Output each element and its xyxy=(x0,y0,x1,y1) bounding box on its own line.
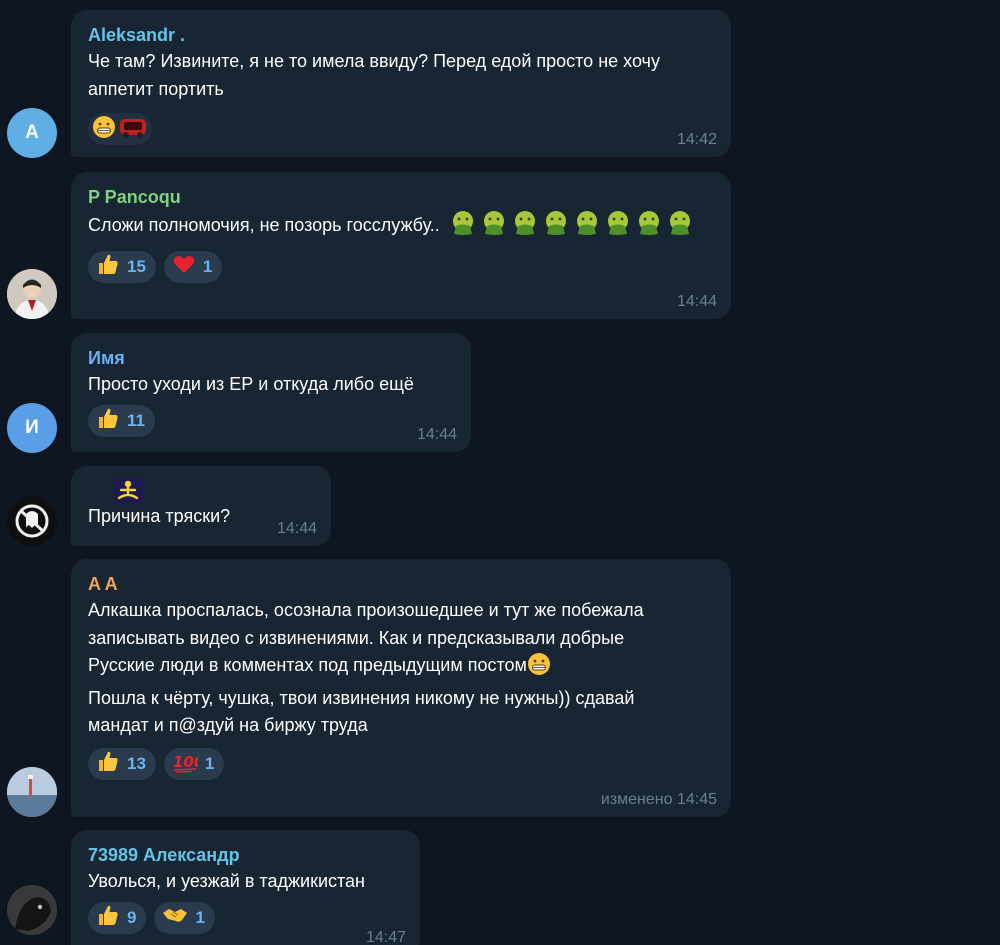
thumbs-up-icon xyxy=(96,406,120,435)
message-time: 14:44 xyxy=(416,426,457,443)
nauseated-face-icons xyxy=(445,211,693,235)
avatar-initial: A xyxy=(25,122,39,143)
thumbs-up-icon xyxy=(96,903,120,932)
avatar-initial: И xyxy=(25,417,39,438)
thumbs-up-icon xyxy=(96,252,120,281)
nauseated-face-icon xyxy=(543,210,569,245)
reaction-count: 15 xyxy=(127,256,146,276)
sender-name[interactable]: 73989 Александр xyxy=(88,843,404,868)
reaction-handshake[interactable]: 1 xyxy=(154,901,215,934)
message-bubble[interactable]: Имя Просто уходи из ЕР и откуда либо ещё… xyxy=(71,333,471,452)
reaction-hundred[interactable]: 100 1 xyxy=(163,747,225,780)
photo-person-icon xyxy=(7,269,57,319)
nauseated-face-icon xyxy=(574,210,600,245)
sender-name[interactable]: A A xyxy=(88,572,715,597)
message-bubble[interactable]: A A Алкашка проспалась, осознала произош… xyxy=(71,559,731,817)
sender-name[interactable]: Aleksandr . xyxy=(88,23,715,48)
ghostbusters-logo-icon xyxy=(7,496,57,546)
message-time: 14:44 xyxy=(676,293,717,310)
reaction-thumbs-up[interactable]: 15 xyxy=(88,250,156,283)
avatar[interactable] xyxy=(7,269,57,319)
message-time: изменено 14:45 xyxy=(600,791,717,808)
nauseated-face-icon xyxy=(636,210,662,245)
message-bubble[interactable]: Причина тряски? 14:44 xyxy=(71,466,331,546)
grinning-face-icon xyxy=(527,652,551,685)
reaction-count: 11 xyxy=(127,410,145,430)
photo-dark-animal-icon xyxy=(7,885,57,935)
grinning-face-icon xyxy=(92,115,116,144)
handshake-icon xyxy=(162,903,188,932)
message-text: Уволься, и уезжай в таджикистан xyxy=(88,871,365,891)
photo-seaside-icon xyxy=(7,767,57,817)
sender-name[interactable]: Имя xyxy=(88,346,455,371)
message-bubble[interactable]: Aleksandr . Че там? Извините, я не то им… xyxy=(71,10,731,157)
message-text: Сложи полномочия, не позорь госслужбу.. xyxy=(88,215,440,235)
avatar[interactable] xyxy=(7,496,57,546)
reaction-grinning[interactable] xyxy=(88,113,152,145)
nauseated-face-icon xyxy=(450,210,476,245)
reaction-thumbs-up[interactable]: 11 xyxy=(88,404,155,437)
avatar[interactable]: И xyxy=(7,403,57,453)
avatar[interactable]: A xyxy=(7,108,57,158)
reaction-thumbs-up[interactable]: 9 xyxy=(88,901,147,934)
message-time: 14:47 xyxy=(365,929,406,945)
hundred-points-icon: 100 xyxy=(172,749,204,778)
nauseated-face-icon xyxy=(605,210,631,245)
reaction-count: 1 xyxy=(195,907,205,927)
message-text: Алкашка проспалась, осознала произошедше… xyxy=(88,600,644,675)
message-bubble[interactable]: 73989 Александр Уволься, и уезжай в тадж… xyxy=(71,830,420,945)
message-time: 14:42 xyxy=(676,131,717,148)
reaction-count: 1 xyxy=(204,753,215,773)
nauseated-face-icon xyxy=(481,210,507,245)
avatar[interactable] xyxy=(7,885,57,935)
red-car-icon xyxy=(118,115,148,144)
sender-name[interactable]: P Pancoqu xyxy=(88,185,715,210)
nauseated-face-icon xyxy=(512,210,538,245)
reaction-count: 9 xyxy=(127,907,137,927)
message-bubble[interactable]: P Pancoqu Сложи полномочия, не позорь го… xyxy=(71,172,731,319)
reaction-count: 13 xyxy=(127,753,146,773)
message-text-continued: Пошла к чёрту, чушка, твои извинения ник… xyxy=(88,687,635,736)
thumbs-up-icon xyxy=(96,749,120,778)
message-text: Просто уходи из ЕР и откуда либо ещё xyxy=(88,374,414,394)
message-time: 14:44 xyxy=(276,520,317,537)
message-text: Че там? Извините, я не то имела ввиду? П… xyxy=(88,51,660,99)
red-heart-icon xyxy=(172,252,196,281)
nauseated-face-icon xyxy=(667,210,693,245)
reaction-count: 1 xyxy=(202,256,213,276)
reaction-thumbs-up[interactable]: 13 xyxy=(88,747,156,780)
chat-messages: A Aleksandr . Че там? Извините, я не то … xyxy=(0,0,1000,945)
avatar[interactable] xyxy=(7,767,57,817)
reaction-heart[interactable]: 1 xyxy=(163,250,223,283)
